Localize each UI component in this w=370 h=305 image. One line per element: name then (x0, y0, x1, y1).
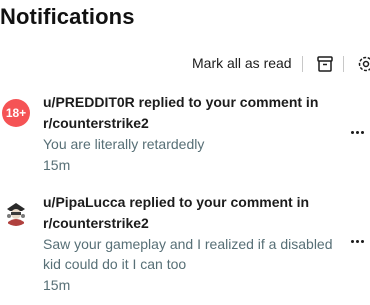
notification-headline: u/PREDDIT0R replied to your comment in r… (43, 94, 319, 131)
divider (302, 56, 303, 72)
archive-icon[interactable] (314, 53, 336, 75)
notification-timestamp: 15m (43, 157, 71, 173)
more-options-icon[interactable] (350, 129, 366, 137)
notification-body: You are literally retardedly (43, 136, 205, 152)
user-avatar-icon (2, 198, 30, 226)
notification-headline: u/PipaLucca replied to your comment in r… (43, 194, 310, 231)
notification-item[interactable]: u/PipaLucca replied to your comment in r… (0, 192, 370, 296)
settings-icon[interactable] (355, 53, 370, 75)
divider (343, 56, 344, 72)
notification-item[interactable]: 18+ u/PREDDIT0R replied to your comment … (0, 92, 370, 177)
nsfw-avatar-badge: 18+ (2, 99, 30, 127)
mark-all-read-button[interactable]: Mark all as read (192, 55, 292, 71)
notification-body: Saw your gameplay and I realized if a di… (43, 236, 333, 272)
notification-actions-bar: Mark all as read (0, 53, 370, 75)
page-title: Notifications (0, 4, 135, 29)
notification-timestamp: 15m (43, 277, 71, 293)
more-options-icon[interactable] (350, 238, 366, 246)
